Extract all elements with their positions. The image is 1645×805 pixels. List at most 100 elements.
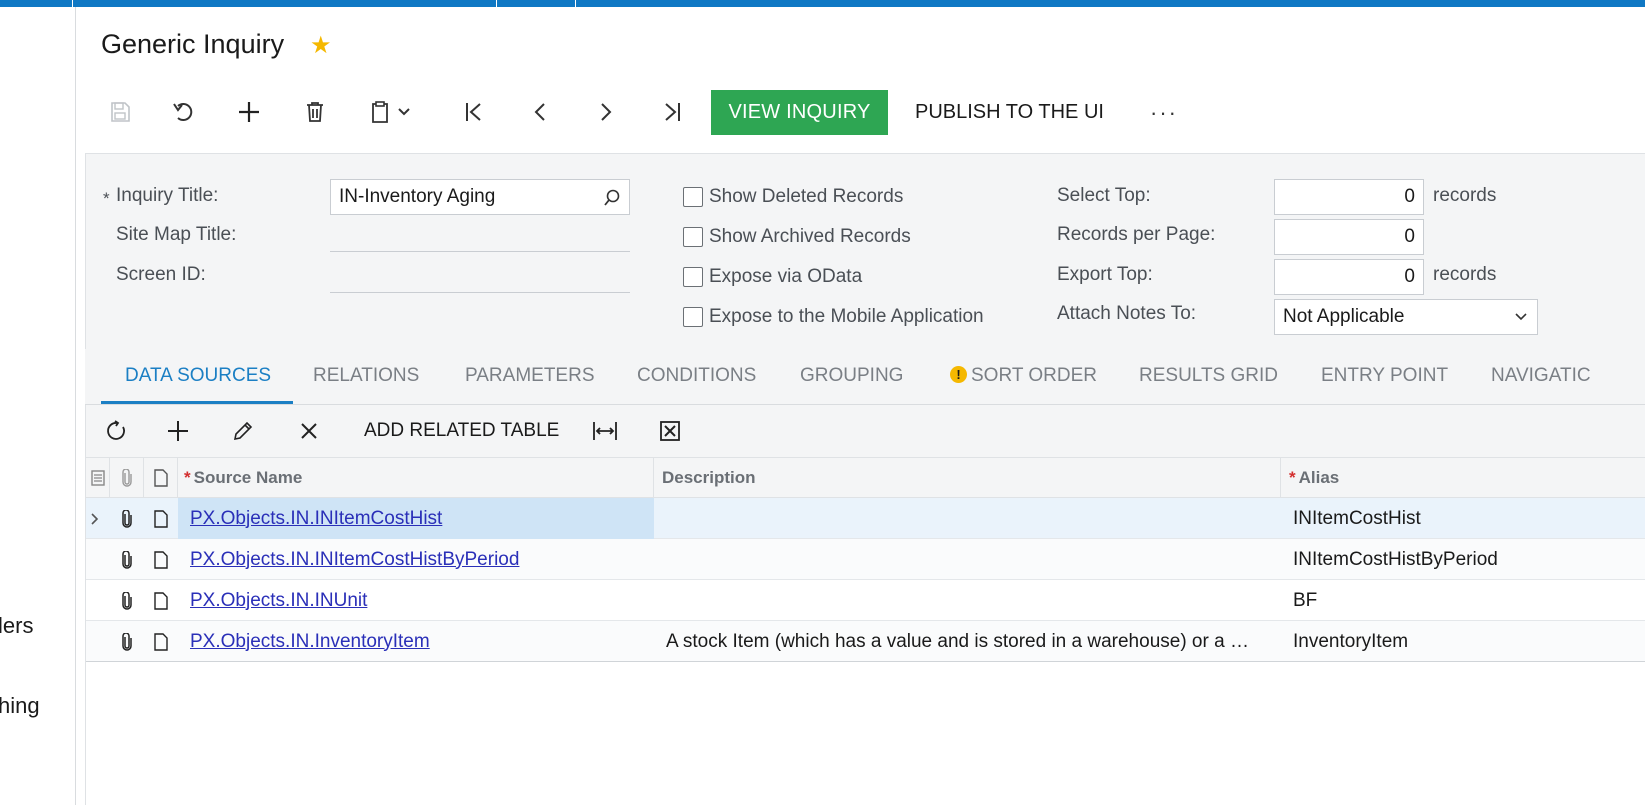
inquiry-summary-form: * Inquiry Title: IN-Inventory Aging Site… [85, 153, 1645, 349]
tab-results-grid[interactable]: RESULTS GRID [1139, 365, 1278, 387]
source-name-cell[interactable]: PX.Objects.IN.INItemCostHistByPeriod [178, 539, 654, 580]
records-per-page-field[interactable]: 0 [1274, 219, 1424, 255]
note-icon[interactable] [144, 539, 178, 580]
attachment-header-icon [110, 458, 144, 498]
description-cell[interactable] [654, 539, 1281, 580]
table-row[interactable]: PX.Objects.IN.InventoryItem A stock Item… [86, 621, 1645, 662]
tab-entry-point[interactable]: ENTRY POINT [1321, 365, 1448, 387]
page-title: Generic Inquiry [101, 29, 285, 59]
chevron-down-icon [1515, 313, 1527, 321]
tab-grouping[interactable]: GROUPING [800, 365, 903, 387]
expose-mobile-checkbox[interactable] [683, 307, 703, 327]
description-cell[interactable] [654, 580, 1281, 621]
attachment-icon[interactable] [110, 539, 144, 580]
tab-bar: DATA SOURCES RELATIONS PARAMETERS CONDIT… [85, 349, 1645, 405]
inquiry-title-label: Inquiry Title: [116, 185, 219, 206]
note-icon[interactable] [144, 580, 178, 621]
favorite-star-icon[interactable]: ★ [310, 31, 332, 60]
source-name-cell[interactable]: PX.Objects.IN.InventoryItem [178, 621, 654, 662]
show-deleted-checkbox[interactable] [683, 187, 703, 207]
search-icon[interactable] [603, 189, 621, 207]
add-icon[interactable] [229, 90, 269, 134]
grid-header: * Source Name Description * Alias [86, 457, 1645, 498]
tab-data-sources[interactable]: DATA SOURCES [125, 365, 271, 387]
nav-item-fragment[interactable]: hing [0, 693, 40, 719]
attach-notes-select[interactable]: Not Applicable [1274, 299, 1538, 335]
delete-icon[interactable] [295, 90, 335, 134]
column-header-alias[interactable]: * Alias [1281, 458, 1645, 498]
save-icon[interactable] [100, 90, 140, 134]
grid-toolbar: ADD RELATED TABLE [85, 405, 1645, 457]
tab-conditions[interactable]: CONDITIONS [637, 365, 756, 387]
select-top-field[interactable]: 0 [1274, 179, 1424, 215]
tab-sort-order[interactable]: ! SORT ORDER [950, 365, 1097, 387]
tab-relations[interactable]: RELATIONS [313, 365, 419, 387]
screen-id-field[interactable] [330, 257, 630, 293]
row-selector-header-icon[interactable] [86, 458, 110, 498]
select-top-label: Select Top: [1057, 185, 1151, 206]
attach-notes-value: Not Applicable [1283, 306, 1405, 327]
data-sources-grid: * Source Name Description * Alias PX.Objec… [85, 457, 1645, 805]
column-header-label: Source Name [193, 468, 303, 487]
column-header-label: Alias [1298, 468, 1340, 487]
left-navigation: lers hing [0, 7, 76, 805]
alias-cell[interactable]: INItemCostHistByPeriod [1281, 539, 1645, 580]
last-record-icon[interactable] [652, 90, 692, 134]
active-tab-indicator [101, 401, 293, 404]
refresh-icon[interactable] [100, 405, 134, 457]
source-name-cell[interactable]: PX.Objects.IN.INUnit [178, 580, 654, 621]
expand-row-icon[interactable] [90, 498, 106, 539]
fit-columns-icon[interactable] [588, 405, 622, 457]
edit-icon[interactable] [226, 405, 260, 457]
attachment-icon[interactable] [110, 621, 144, 662]
add-related-table-button[interactable]: ADD RELATED TABLE [364, 405, 559, 457]
export-excel-icon[interactable] [653, 405, 687, 457]
note-icon[interactable] [144, 621, 178, 662]
records-suffix: records [1433, 185, 1497, 206]
attachment-icon[interactable] [110, 580, 144, 621]
more-actions-icon[interactable]: ··· [1146, 90, 1182, 135]
show-archived-checkbox[interactable] [683, 227, 703, 247]
inquiry-title-value: IN-Inventory Aging [339, 186, 496, 207]
export-top-field[interactable]: 0 [1274, 259, 1424, 295]
attachment-icon[interactable] [110, 498, 144, 539]
note-icon[interactable] [144, 498, 178, 539]
tab-navigation[interactable]: NAVIGATIC [1491, 365, 1591, 387]
table-row[interactable]: PX.Objects.IN.INItemCostHist INItemCostH… [86, 498, 1645, 539]
source-name-link[interactable]: PX.Objects.IN.INUnit [190, 590, 367, 612]
site-map-title-label: Site Map Title: [116, 224, 237, 245]
next-record-icon[interactable] [586, 90, 626, 134]
site-map-title-field[interactable] [330, 216, 630, 252]
undo-icon[interactable] [164, 90, 204, 134]
top-bar [0, 0, 1645, 7]
required-marker: * [103, 189, 110, 208]
inquiry-title-field[interactable]: IN-Inventory Aging [330, 179, 630, 215]
column-header-source-name[interactable]: * Source Name [178, 458, 654, 498]
export-top-label: Export Top: [1057, 264, 1153, 285]
delete-row-icon[interactable] [292, 405, 326, 457]
description-cell[interactable]: A stock Item (which has a value and is s… [654, 621, 1281, 662]
column-header-description[interactable]: Description [654, 458, 1281, 498]
expose-odata-checkbox[interactable] [683, 267, 703, 287]
view-inquiry-button[interactable]: VIEW INQUIRY [711, 90, 888, 135]
first-record-icon[interactable] [454, 90, 494, 134]
publish-to-ui-button[interactable]: PUBLISH TO THE UI [915, 90, 1104, 135]
alias-cell[interactable]: INItemCostHist [1281, 498, 1645, 539]
description-cell[interactable] [654, 498, 1281, 539]
previous-record-icon[interactable] [520, 90, 560, 134]
source-name-link[interactable]: PX.Objects.IN.INItemCostHistByPeriod [190, 549, 519, 571]
source-name-link[interactable]: PX.Objects.IN.InventoryItem [190, 631, 430, 653]
source-name-link[interactable]: PX.Objects.IN.INItemCostHist [190, 508, 442, 530]
table-row[interactable]: PX.Objects.IN.INItemCostHistByPeriod INI… [86, 539, 1645, 580]
chevron-down-icon[interactable] [394, 90, 414, 134]
alias-cell[interactable]: BF [1281, 580, 1645, 621]
tab-parameters[interactable]: PARAMETERS [465, 365, 595, 387]
note-header-icon [144, 458, 178, 498]
alias-cell[interactable]: InventoryItem [1281, 621, 1645, 662]
warning-icon: ! [950, 366, 967, 383]
nav-item-fragment[interactable]: lers [0, 613, 33, 639]
show-archived-label: Show Archived Records [709, 226, 911, 247]
table-row[interactable]: PX.Objects.IN.INUnit BF [86, 580, 1645, 621]
source-name-cell[interactable]: PX.Objects.IN.INItemCostHist [178, 498, 654, 539]
add-row-icon[interactable] [161, 405, 195, 457]
